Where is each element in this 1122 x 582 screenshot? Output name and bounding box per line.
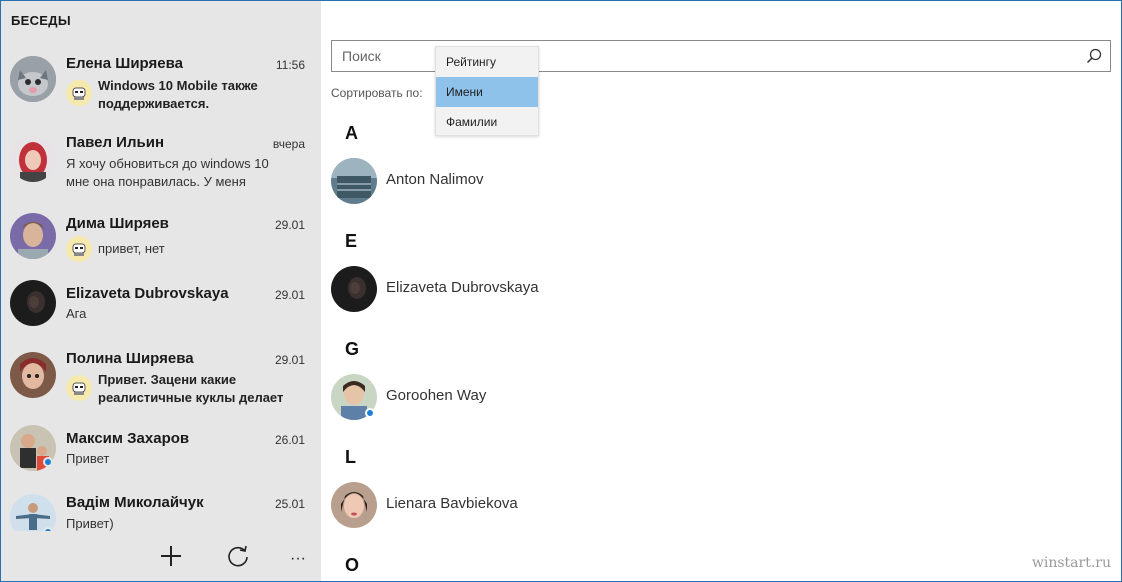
conversation-item[interactable]: Дима Ширяев 29.01 привет, нет <box>1 206 321 276</box>
avatar <box>10 352 56 398</box>
contact-item[interactable]: Lienara Bavbiekova <box>331 482 731 528</box>
contacts-pane: Поиск Сортировать по: A Anton Nalimov E … <box>321 1 1121 581</box>
sort-label: Сортировать по: <box>331 86 423 100</box>
avatar <box>10 56 56 102</box>
conversation-name: Elizaveta Dubrovskaya <box>66 285 229 302</box>
conversation-message: Привет. Зацени какие реалистичные куклы … <box>98 372 284 405</box>
conversation-message: Привет <box>66 451 110 466</box>
sticker-icon <box>66 80 92 106</box>
sticker-icon <box>66 375 92 401</box>
conversations-pane: БЕСЕДЫ Елена Ширяева 11:56 Windows 10 Mo… <box>1 1 321 581</box>
watermark: winstart.ru <box>1031 555 1111 571</box>
conversation-time: вчера <box>272 137 305 151</box>
contact-name: Goroohen Way <box>386 387 487 404</box>
conversation-name: Павел Ильин <box>66 134 164 151</box>
contact-item[interactable]: Elizaveta Dubrovskaya <box>331 266 731 312</box>
conversation-name: Полина Ширяева <box>66 350 194 367</box>
search-icon[interactable] <box>1086 48 1102 64</box>
conversation-item[interactable]: Elizaveta Dubrovskaya 29.01 Ага <box>1 276 321 346</box>
conversation-message: Ага <box>66 306 87 321</box>
sort-option-last-name[interactable]: Фамилии <box>436 107 538 137</box>
group-letter: A <box>345 123 358 143</box>
search-placeholder: Поиск <box>342 48 381 64</box>
group-letter: L <box>345 447 356 467</box>
conversation-time: 29.01 <box>274 218 305 232</box>
avatar <box>331 158 377 204</box>
sort-option-rating[interactable]: Рейтингу <box>436 47 538 77</box>
contact-item[interactable]: Goroohen Way <box>331 374 731 420</box>
group-letter: O <box>345 555 360 575</box>
conversation-item[interactable]: Полина Ширяева 29.01 Привет. Зацени каки… <box>1 341 321 411</box>
avatar <box>10 213 56 259</box>
conversation-item[interactable]: Павел Ильин вчера Я хочу обновиться до w… <box>1 125 321 195</box>
contact-name: Elizaveta Dubrovskaya <box>386 279 539 296</box>
contact-item[interactable]: Anton Nalimov <box>331 158 731 204</box>
conversation-name: Максим Захаров <box>66 430 190 447</box>
conversation-time: 25.01 <box>274 497 305 511</box>
conversation-message: Я хочу обновиться до windows 10 мне она … <box>66 156 269 189</box>
sort-option-first-name[interactable]: Имени <box>436 77 538 107</box>
conversation-message: Windows 10 Mobile также поддерживается. <box>98 78 258 111</box>
conversation-name: Дима Ширяев <box>66 215 169 232</box>
online-indicator <box>365 408 375 418</box>
bottom-app-bar: ··· <box>1 531 321 581</box>
online-indicator <box>43 457 53 467</box>
contact-name: Lienara Bavbiekova <box>386 495 518 512</box>
group-letter: G <box>345 339 360 359</box>
conversation-name: Елена Ширяева <box>66 55 183 72</box>
plus-icon[interactable] <box>156 541 186 571</box>
contact-name: Anton Nalimov <box>386 171 484 188</box>
avatar <box>10 280 56 326</box>
conversation-time: 29.01 <box>274 353 305 367</box>
avatar <box>331 482 377 528</box>
conversation-time: 11:56 <box>275 58 305 72</box>
conversation-name: Вадім Миколайчук <box>66 494 204 511</box>
sort-dropdown[interactable]: Рейтингу Имени Фамилии <box>435 46 539 136</box>
more-button[interactable]: ··· <box>283 544 313 574</box>
conversation-item[interactable]: Елена Ширяева 11:56 Windows 10 Mobile та… <box>1 46 321 116</box>
conversation-item[interactable]: Максим Захаров 26.01 Привет <box>1 421 321 491</box>
group-letter: E <box>345 231 358 251</box>
conversation-time: 26.01 <box>274 433 305 447</box>
sticker-icon <box>66 236 92 262</box>
refresh-icon[interactable] <box>223 541 253 571</box>
avatar <box>10 136 56 182</box>
conversation-message: привет, нет <box>98 241 165 256</box>
avatar <box>331 266 377 312</box>
conversations-title: БЕСЕДЫ <box>11 13 71 28</box>
conversation-time: 29.01 <box>274 288 305 302</box>
